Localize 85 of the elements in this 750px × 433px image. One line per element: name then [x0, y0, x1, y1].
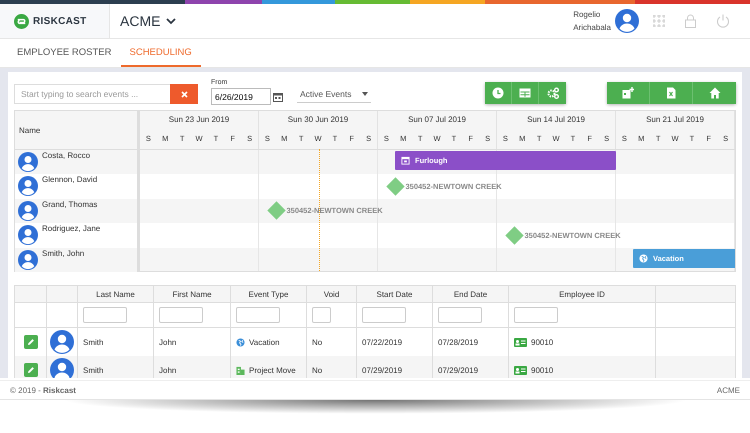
- filter-field[interactable]: [312, 307, 331, 323]
- table-cell: 90010: [531, 338, 554, 346]
- pencil-icon: [26, 366, 34, 374]
- column-header[interactable]: Event Type: [231, 286, 307, 303]
- table-cell: 90010: [531, 366, 554, 374]
- table-cell: Smith: [83, 338, 104, 346]
- date-field[interactable]: 6/26/2019: [211, 88, 271, 105]
- week-label: Sun 23 Jun 2019: [168, 114, 230, 126]
- filter-field[interactable]: [83, 307, 127, 323]
- calendar-plus-icon: [622, 87, 634, 99]
- employee-name: Costa, Rocco: [42, 151, 90, 160]
- employee-name: Grand, Thomas: [42, 200, 98, 209]
- building-icon: [236, 366, 245, 374]
- week-label: Sun 21 Jul 2019: [645, 114, 705, 126]
- employee-avatar: [18, 225, 38, 246]
- tab[interactable]: EMPLOYEE ROSTER: [8, 39, 120, 67]
- table-cell: No: [312, 338, 322, 346]
- logo-text: RISKCAST: [33, 16, 87, 26]
- table-cell: Project Move: [249, 366, 296, 374]
- company-name: ACME: [120, 13, 160, 29]
- user-first-name: Rogelio: [573, 9, 602, 21]
- logo-icon: [14, 14, 29, 28]
- filter-field[interactable]: [438, 307, 482, 323]
- power-icon[interactable]: [716, 14, 730, 28]
- calendar-icon: [401, 156, 410, 165]
- employee-name: Smith, John: [42, 248, 84, 258]
- clear-button[interactable]: [170, 84, 198, 104]
- column-header[interactable]: Last Name: [78, 286, 154, 303]
- table-cell: 07/28/2019: [438, 338, 478, 346]
- settings-button[interactable]: [539, 82, 566, 104]
- id-card-icon: [514, 366, 527, 374]
- table-button[interactable]: [512, 82, 539, 104]
- footer-company: ACME: [716, 386, 740, 394]
- filter-field[interactable]: [159, 307, 203, 323]
- table-icon: [519, 87, 531, 99]
- apps-grid-icon[interactable]: [653, 15, 665, 27]
- employee-name: Glennon, David: [42, 175, 98, 184]
- filter-field[interactable]: [514, 307, 558, 323]
- spreadsheet-file-icon: [665, 87, 677, 99]
- user-avatar: [615, 9, 639, 33]
- close-icon: [180, 90, 188, 98]
- table-cell: John: [159, 338, 176, 346]
- name-column-header: Name: [19, 126, 40, 134]
- column-header[interactable]: Void: [307, 286, 357, 303]
- table-cell: 07/29/2019: [438, 366, 478, 374]
- lock-icon[interactable]: [685, 14, 696, 28]
- clock-button[interactable]: [485, 82, 512, 104]
- edit-button[interactable]: [24, 335, 38, 349]
- caret-icon: [362, 92, 368, 96]
- filter-field[interactable]: [236, 307, 280, 323]
- week-label: Sun 30 Jun 2019: [286, 114, 350, 126]
- export-excel-button[interactable]: [650, 82, 693, 104]
- globe-icon: [639, 254, 648, 263]
- column-header[interactable]: Employee ID: [509, 286, 656, 303]
- employee-avatar: [50, 330, 74, 354]
- table-cell: Smith: [83, 366, 104, 374]
- calendar-icon[interactable]: [273, 92, 283, 102]
- search-field[interactable]: Start typing to search events ...: [14, 84, 170, 104]
- clock-icon: [492, 87, 504, 99]
- event-filter-dropdown[interactable]: Active Events: [297, 85, 371, 103]
- id-card-icon: [514, 338, 527, 346]
- copyright-text: © 2019 - Riskcast: [10, 386, 76, 394]
- filter-field[interactable]: [362, 307, 406, 323]
- employee-name: Rodriguez, Jane: [42, 224, 100, 234]
- table-cell: No: [312, 366, 322, 374]
- employee-avatar: [18, 176, 38, 196]
- column-header[interactable]: Start Date: [357, 286, 433, 303]
- settings-icon: [546, 87, 558, 99]
- home-icon: [708, 87, 720, 99]
- user-last-name: Arichabala: [573, 22, 611, 34]
- column-header[interactable]: First Name: [154, 286, 231, 303]
- table-cell: John: [159, 366, 176, 374]
- add-event-button[interactable]: [607, 82, 650, 104]
- week-label: Sun 07 Jul 2019: [407, 114, 467, 126]
- employee-avatar: [50, 358, 74, 378]
- table-cell: 07/22/2019: [362, 338, 402, 346]
- pencil-icon: [26, 338, 34, 346]
- chevron-down-icon[interactable]: [166, 18, 176, 24]
- week-label: Sun 14 Jul 2019: [526, 114, 586, 126]
- home-button[interactable]: [693, 82, 736, 104]
- table-cell: Vacation: [249, 338, 280, 346]
- table-cell: 07/29/2019: [362, 366, 402, 374]
- edit-button[interactable]: [24, 363, 38, 377]
- globe-icon: [236, 338, 245, 346]
- column-header[interactable]: End Date: [433, 286, 509, 303]
